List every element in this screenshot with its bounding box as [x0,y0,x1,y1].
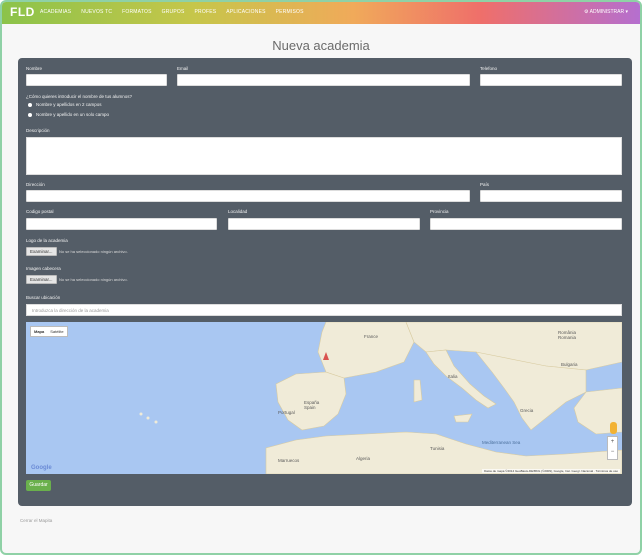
localidad-input[interactable] [228,218,420,230]
imagen-browse-button[interactable]: Examinar... [26,275,57,284]
map-label-greece: Grecia [520,408,534,413]
radio-label: Nombre y apellidos en 2 campos [36,102,102,107]
zoom-in-icon[interactable]: + [608,437,617,447]
user-name: Administrar [589,9,625,15]
codigo-postal-label: Codigo postal [26,209,54,214]
map-type-map-button[interactable]: Mapa [31,327,47,336]
map-label-france: France [364,334,379,339]
descripcion-textarea[interactable] [26,137,622,175]
nombre-label: Nombre [26,66,43,71]
map-attribution: Datos de mapa ©2014 GeoBasis-DE/BKG (©20… [482,469,620,473]
logo-label: Logo de la academia [26,238,68,243]
telefono-label: Telefono [480,66,498,71]
browser-frame: FLD Academias Nuevos TC Formatos Grupos … [0,0,642,555]
map-type-toggle[interactable]: Mapa Satélite [30,326,68,337]
map-type-satellite-button[interactable]: Satélite [47,327,66,336]
direccion-input[interactable] [26,190,470,202]
zoom-out-icon[interactable]: − [608,447,617,457]
nav-link-grupos[interactable]: Grupos [162,9,185,15]
map-label-algeria: Algeria [356,456,371,461]
map-label-morocco: Marruecos [278,458,300,463]
localidad-label: Localidad [228,209,248,214]
map-label-bulgaria: Bulgaria [561,362,578,367]
user-menu[interactable]: ⚙ Administrar ▾ [584,9,628,15]
page-title: Nueva academia [272,38,370,53]
provincia-input[interactable] [430,218,622,230]
street-view-pegman-icon[interactable] [610,422,617,434]
descripcion-label: Descripción [26,128,50,133]
map-label-portugal: Portugal [278,410,295,415]
map-label-romania: România Romania [558,330,577,340]
imagen-cabecera-label: Imagen cabecera [26,266,61,271]
radio-button[interactable] [28,112,32,117]
nav-link-profes[interactable]: Profes [195,9,217,15]
email-label: Email [177,66,189,71]
nav-link-academias[interactable]: Academias [40,9,71,15]
direccion-label: Dirección [26,182,45,187]
radio-button[interactable] [28,102,32,107]
nav-links: Academias Nuevos TC Formatos Grupos Prof… [40,9,304,15]
brand-logo[interactable]: FLD [10,5,35,19]
radio-option-one-field[interactable]: Nombre y apellido en un solo campo [28,112,109,117]
map-land-shapes [139,322,622,474]
map-label-tunisia: Tunisia [430,446,445,451]
save-button[interactable]: Guardar [26,480,51,491]
imagen-file-status: No se ha seleccionado ningún archivo. [59,277,128,282]
map-label-spain: España Spain [304,400,320,410]
location-map[interactable]: Mapa Satélite France España Spain Portug… [26,322,622,474]
nav-link-permisos[interactable]: Permisos [276,9,304,15]
google-logo: Google [31,465,52,471]
provincia-label: Provincia [430,209,449,214]
buscar-ubicacion-label: Buscar ubicación [26,295,61,300]
logo-browse-button[interactable]: Examinar... [26,247,57,256]
pais-input[interactable] [480,190,622,202]
codigo-postal-input[interactable] [26,218,217,230]
map-label-mediterranean: Mediterranean Sea [482,440,521,445]
nav-link-nuevos[interactable]: Nuevos TC [81,9,112,15]
location-search-input[interactable]: Introduzca la dirección de la academia [26,304,622,316]
nombre-input[interactable] [26,74,167,86]
nav-link-formatos[interactable]: Formatos [122,9,151,15]
logo-file-status: No se ha seleccionado ningún archivo. [59,249,128,254]
telefono-input[interactable] [480,74,622,86]
nav-link-aplicaciones[interactable]: Aplicaciones [226,9,265,15]
student-name-question: ¿Cómo quieres introducir el nombre de tu… [26,94,133,99]
radio-label: Nombre y apellido en un solo campo [36,112,110,117]
radio-option-two-fields[interactable]: Nombre y apellidos en 2 campos [28,102,102,107]
top-navbar: FLD Academias Nuevos TC Formatos Grupos … [2,2,640,24]
map-label-italy: Italia [448,374,458,379]
pais-label: País [480,182,490,187]
email-input[interactable] [177,74,470,86]
map-zoom-control[interactable]: + − [607,436,618,460]
footer-link[interactable]: Cerrar el Mapita [20,518,52,523]
